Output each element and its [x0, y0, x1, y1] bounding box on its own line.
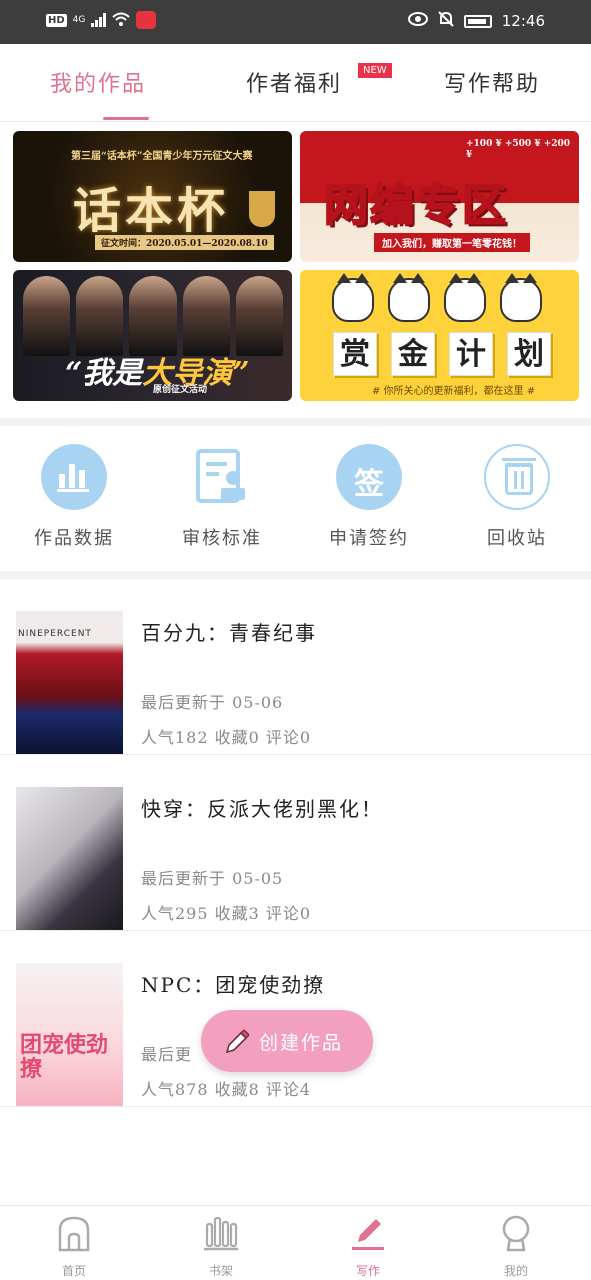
banner-huaben-cup[interactable]: 第三届“话本杯”全国青少年万元征文大赛 话本杯 征文时间：2020.05.01—… — [13, 131, 292, 262]
mute-bell-icon — [438, 11, 454, 31]
banner-char: 赏 — [333, 332, 377, 376]
pencil-icon — [225, 1029, 250, 1054]
work-title: 快穿：反派大佬别黑化！ — [141, 797, 383, 821]
bookshelf-icon — [204, 1216, 238, 1251]
book-cover: NINEPERCENT — [16, 611, 123, 754]
quick-actions: 作品数据 审核标准 签 申请签约 回收站 — [0, 426, 591, 571]
cover-caption: 团宠使劲撩 — [20, 1032, 109, 1082]
action-label: 申请签约 — [329, 528, 409, 549]
book-cover: 团宠使劲撩 — [16, 963, 123, 1106]
banner-title: 话本杯 — [73, 183, 230, 239]
create-work-label: 创建作品 — [259, 1032, 344, 1054]
create-work-button[interactable]: 创建作品 — [201, 1010, 373, 1072]
trash-icon — [484, 444, 550, 510]
top-tabs: 我的作品 作者福利 写作帮助 — [0, 44, 591, 122]
tab-my-works[interactable]: 我的作品 — [50, 66, 146, 98]
sign-icon: 签 — [336, 444, 402, 510]
banner-director[interactable]: “我是大导演” 原创征文活动 — [13, 270, 292, 401]
nav-write[interactable]: 写作 — [318, 1214, 418, 1279]
section-divider — [0, 418, 591, 426]
action-label: 审核标准 — [182, 528, 262, 549]
review-standards-button[interactable]: 审核标准 — [162, 444, 282, 550]
status-bar: HD 4G 12:46 — [0, 0, 591, 44]
eye-icon — [407, 12, 428, 30]
network-type: 4G — [72, 15, 86, 25]
cat-icon — [500, 273, 542, 322]
banner-char: 划 — [507, 332, 551, 376]
nav-label: 我的 — [503, 1264, 528, 1278]
banner-char: 金 — [391, 332, 435, 376]
wifi-icon — [112, 12, 131, 29]
cat-icon — [444, 273, 486, 322]
recycle-bin-button[interactable]: 回收站 — [457, 444, 577, 550]
bar-chart-icon — [41, 444, 107, 510]
work-title: NPC：团宠使劲撩 — [141, 973, 326, 997]
work-updated: 最后更 — [141, 1045, 193, 1064]
new-badge: NEW — [358, 63, 392, 78]
trophy-icon — [249, 191, 275, 227]
pen-icon — [352, 1219, 384, 1250]
apply-contract-button[interactable]: 签 申请签约 — [309, 444, 429, 550]
banner-char: 计 — [449, 332, 493, 376]
works-data-button[interactable]: 作品数据 — [14, 444, 134, 550]
cat-icon — [332, 273, 374, 322]
book-cover — [16, 787, 123, 930]
work-updated: 最后更新于 05-06 — [141, 693, 284, 712]
action-label: 作品数据 — [34, 528, 114, 549]
nav-bookshelf[interactable]: 书架 — [171, 1214, 271, 1279]
banner-tag: 原创征文活动 — [153, 385, 208, 395]
cover-caption: NINEPERCENT — [18, 629, 92, 639]
action-label: 回收站 — [487, 528, 547, 549]
banner-web-editor[interactable]: +100 ¥ +500 ¥ +200 ¥ 网编专区 加入我们，赚取第一笔零花钱！ — [300, 131, 579, 262]
banner-slogan: 加入我们，赚取第一笔零花钱！ — [374, 233, 530, 252]
home-icon — [58, 1216, 90, 1252]
profile-icon — [502, 1215, 530, 1252]
tab-author-benefits[interactable]: 作者福利 — [246, 66, 342, 98]
nav-label: 书架 — [208, 1264, 233, 1278]
clock: 12:46 — [501, 12, 545, 30]
work-stats: 人气182 收藏0 评论0 — [141, 728, 312, 747]
app-notification-icon — [136, 11, 157, 29]
nav-home[interactable]: 首页 — [24, 1214, 124, 1279]
list-item[interactable]: NINEPERCENT 百分九：青春纪事 最后更新于 05-06 人气182 收… — [0, 579, 591, 755]
hd-badge: HD — [46, 13, 67, 27]
banner-dates: 征文时间：2020.05.01—2020.08.10 — [95, 235, 274, 250]
review-doc-icon — [189, 444, 255, 510]
signal-icon — [91, 13, 107, 27]
banner-people-image — [23, 276, 284, 356]
banner-footer: # 你所关心的更新福利，都在这里 # — [372, 386, 536, 397]
battery-icon — [463, 14, 492, 28]
work-stats: 人气295 收藏3 评论0 — [141, 904, 312, 923]
banner-coins: +100 ¥ +500 ¥ +200 ¥ — [466, 139, 571, 160]
nav-label: 写作 — [355, 1264, 380, 1278]
active-tab-indicator — [103, 117, 149, 120]
banner-subtitle: 第三届“话本杯”全国青少年万元征文大赛 — [71, 151, 253, 162]
tab-writing-help[interactable]: 写作帮助 — [444, 66, 540, 98]
list-item[interactable]: 快穿：反派大佬别黑化！ 最后更新于 05-05 人气295 收藏3 评论0 — [0, 755, 591, 931]
nav-me[interactable]: 我的 — [466, 1214, 566, 1279]
cat-icon — [388, 273, 430, 322]
work-stats: 人气878 收藏8 评论4 — [141, 1080, 312, 1099]
nav-label: 首页 — [61, 1264, 86, 1278]
work-title: 百分九：青春纪事 — [141, 621, 317, 645]
bottom-nav: 首页 书架 写作 我的 — [0, 1205, 591, 1280]
work-updated: 最后更新于 05-05 — [141, 869, 284, 888]
banner-title: 网编专区 — [323, 179, 508, 232]
banner-bounty-plan[interactable]: 赏 金 计 划 # 你所关心的更新福利，都在这里 # — [300, 270, 579, 401]
section-divider — [0, 571, 591, 579]
cat-illustrations — [332, 273, 542, 322]
